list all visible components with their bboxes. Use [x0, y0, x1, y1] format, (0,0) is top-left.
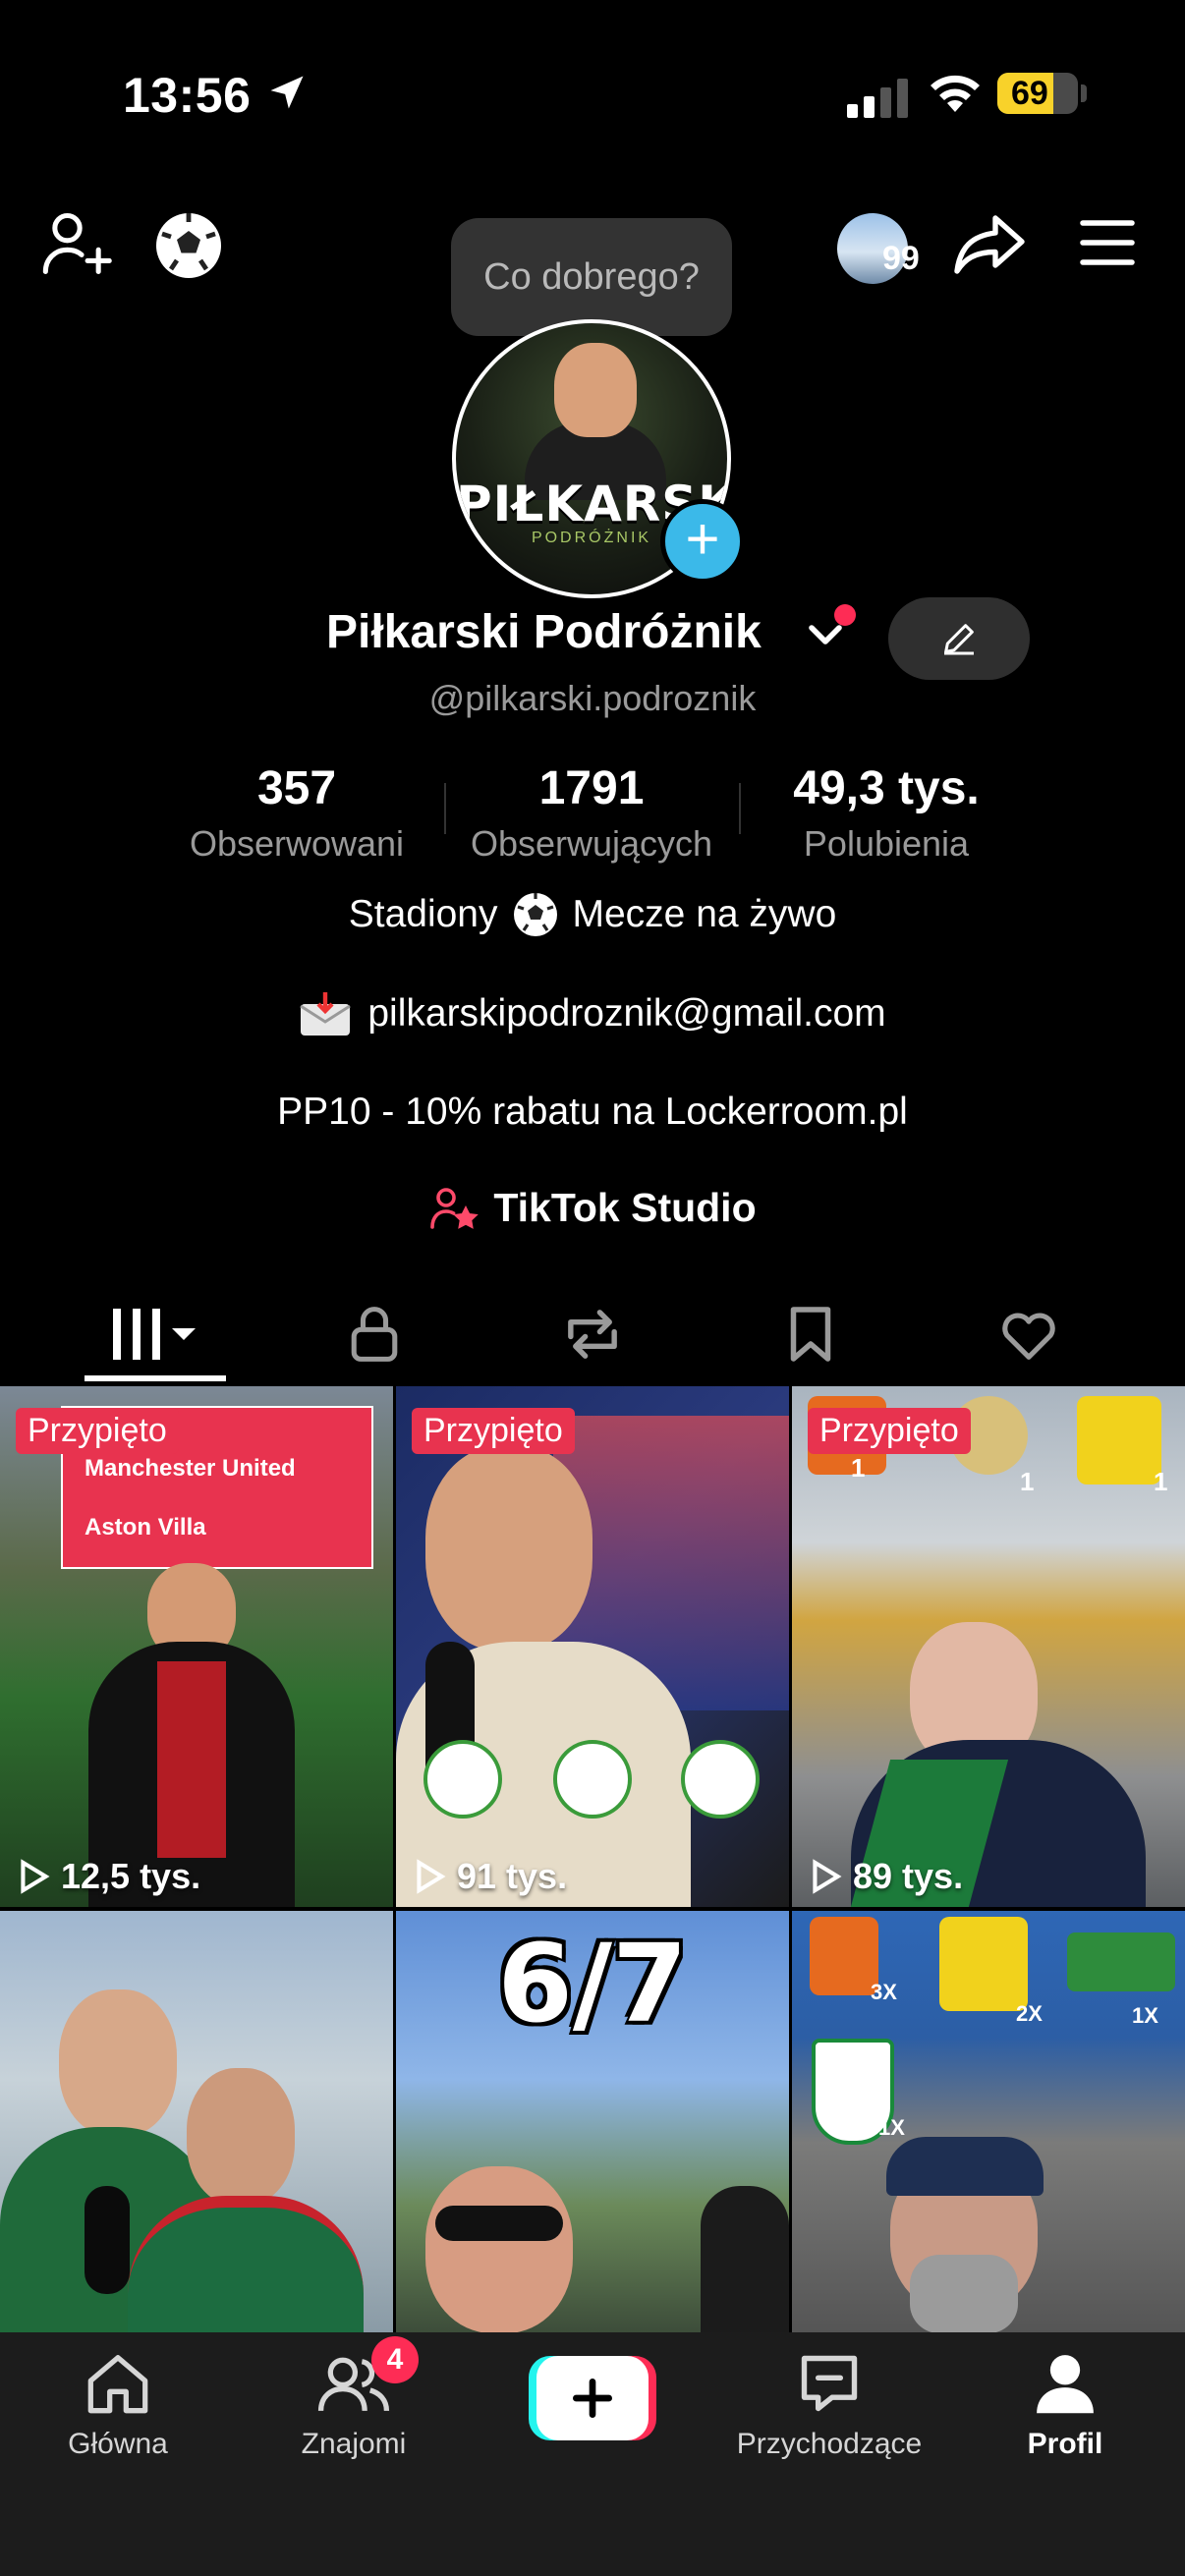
stat-divider	[444, 783, 446, 834]
studio-person-star-icon	[430, 1188, 480, 1229]
nav-profile-label: Profil	[1027, 2428, 1103, 2460]
add-friend-icon[interactable]	[39, 206, 114, 281]
view-count-value: 12,5 tys.	[61, 1856, 201, 1896]
active-tab-indicator	[85, 1375, 226, 1381]
stat-following-value: 357	[256, 762, 337, 814]
stat-likes[interactable]: 49,3 tys. Polubienia	[759, 761, 1014, 865]
bio-email[interactable]: pilkarskipodroznik@gmail.com	[367, 992, 885, 1036]
badge-count: 1	[851, 1453, 866, 1483]
bio-text-stadiums: Stadiony	[348, 893, 498, 935]
bio-promo: PP10 - 10% rabatu na Lockerroom.pl	[277, 1091, 908, 1133]
video-thumbnail[interactable]: 1 1 1 Przypięto 89 tys.	[792, 1386, 1185, 1907]
nav-home[interactable]: Główna	[0, 2350, 236, 2461]
view-count: 91 tys.	[414, 1856, 567, 1897]
location-arrow-icon	[270, 76, 304, 109]
share-icon[interactable]	[953, 212, 1026, 277]
pencil-icon	[944, 624, 974, 655]
video-thumbnail[interactable]: 3X 2X 1X 1X	[792, 1911, 1185, 2332]
tiktok-studio-label: TikTok Studio	[493, 1184, 757, 1230]
nav-home-label: Główna	[68, 2428, 168, 2460]
pinned-badge: Przypięto	[808, 1408, 971, 1454]
bio-email-line: pilkarskipodroznik@gmail.com	[0, 990, 1185, 1037]
stat-divider	[739, 783, 741, 834]
battery-indicator: 69	[997, 73, 1078, 114]
heart-icon	[1002, 1313, 1055, 1360]
badge-count: 1	[1020, 1467, 1035, 1496]
bio-text-live-matches: Mecze na żywo	[572, 893, 837, 935]
play-icon	[21, 1859, 50, 1894]
soccer-ball-icon[interactable]	[153, 210, 224, 281]
video-overlay-text: Aston Villa	[85, 1514, 206, 1540]
menu-icon[interactable]	[1077, 218, 1138, 267]
video-thumbnail[interactable]: Manchester United Aston Villa Przypięto …	[0, 1386, 393, 1907]
stat-following-label: Obserwowani	[189, 823, 405, 864]
tab-reposts[interactable]	[483, 1290, 702, 1378]
create-button[interactable]	[529, 2356, 656, 2440]
nav-inbox[interactable]: Przychodzące	[711, 2350, 947, 2461]
nav-friends[interactable]: Znajomi	[236, 2350, 472, 2461]
video-overlay-text: Manchester United	[85, 1455, 296, 1482]
stat-followers[interactable]: 1791 Obserwujących	[464, 761, 719, 865]
add-story-button[interactable]: +	[660, 499, 745, 584]
view-count: 89 tys.	[810, 1856, 963, 1897]
tab-private[interactable]	[265, 1290, 483, 1378]
plus-icon	[573, 2379, 612, 2418]
notification-dot	[834, 604, 856, 626]
repost-icon	[568, 1310, 617, 1359]
nav-profile[interactable]: Profil	[947, 2350, 1183, 2461]
video-overlay-text: 6/7	[497, 1921, 688, 2046]
video-thumbnail[interactable]	[0, 1911, 393, 2332]
pinned-badge: Przypięto	[16, 1408, 179, 1454]
play-icon	[417, 1859, 446, 1894]
play-icon	[813, 1859, 842, 1894]
profile-icon	[1037, 2355, 1094, 2414]
profile-name[interactable]: Piłkarski Podróżnik	[326, 605, 762, 659]
tab-videos[interactable]	[47, 1290, 265, 1378]
view-count-value: 89 tys.	[853, 1856, 964, 1896]
tab-saved[interactable]	[702, 1290, 920, 1378]
lock-icon	[351, 1307, 398, 1362]
tab-liked[interactable]	[920, 1290, 1138, 1378]
tiktok-studio-link[interactable]: TikTok Studio	[0, 1184, 1185, 1231]
badge-count: 1	[1154, 1467, 1168, 1496]
nav-friends-label: Znajomi	[301, 2428, 407, 2460]
envelope-icon	[300, 992, 352, 1036]
profile-handle: @pilkarski.podroznik	[428, 678, 757, 718]
stat-following[interactable]: 357 Obserwowani	[169, 761, 424, 865]
bio-line-1: Stadiony Mecze na żywo	[0, 891, 1185, 938]
bookmark-icon	[790, 1307, 831, 1362]
soccer-ball-icon	[513, 893, 557, 936]
battery-level: 69	[1011, 75, 1048, 112]
video-thumbnail[interactable]: Przypięto 91 tys.	[396, 1386, 789, 1907]
pinned-badge: Przypięto	[412, 1408, 575, 1454]
battery-tip	[1081, 84, 1087, 102]
status-time: 13:56	[123, 68, 252, 123]
inbox-message-icon	[801, 2355, 858, 2412]
grid-columns-icon	[113, 1309, 196, 1360]
badge-count: 1X	[878, 2115, 905, 2140]
video-thumbnail[interactable]: 6/7	[396, 1911, 789, 2332]
friends-count: 99	[882, 240, 920, 277]
stat-followers-label: Obserwujących	[470, 823, 713, 864]
stat-likes-value: 49,3 tys.	[793, 762, 980, 814]
friends-notification-badge: 4	[371, 2336, 419, 2383]
wifi-icon	[931, 75, 980, 112]
cellular-signal-icon	[847, 79, 908, 118]
status-tooltip[interactable]: Co dobrego?	[451, 218, 732, 336]
stat-likes-label: Polubienia	[803, 823, 970, 864]
chevron-down-icon[interactable]	[806, 621, 845, 650]
badge-count: 2X	[1016, 2001, 1043, 2026]
home-icon	[87, 2355, 148, 2414]
view-count-value: 91 tys.	[457, 1856, 568, 1896]
badge-count: 3X	[871, 1980, 897, 2004]
edit-profile-button[interactable]	[888, 597, 1030, 680]
view-count: 12,5 tys.	[18, 1856, 200, 1897]
stat-followers-value: 1791	[538, 762, 645, 814]
badge-count: 1X	[1132, 2003, 1158, 2028]
nav-inbox-label: Przychodzące	[736, 2428, 923, 2460]
